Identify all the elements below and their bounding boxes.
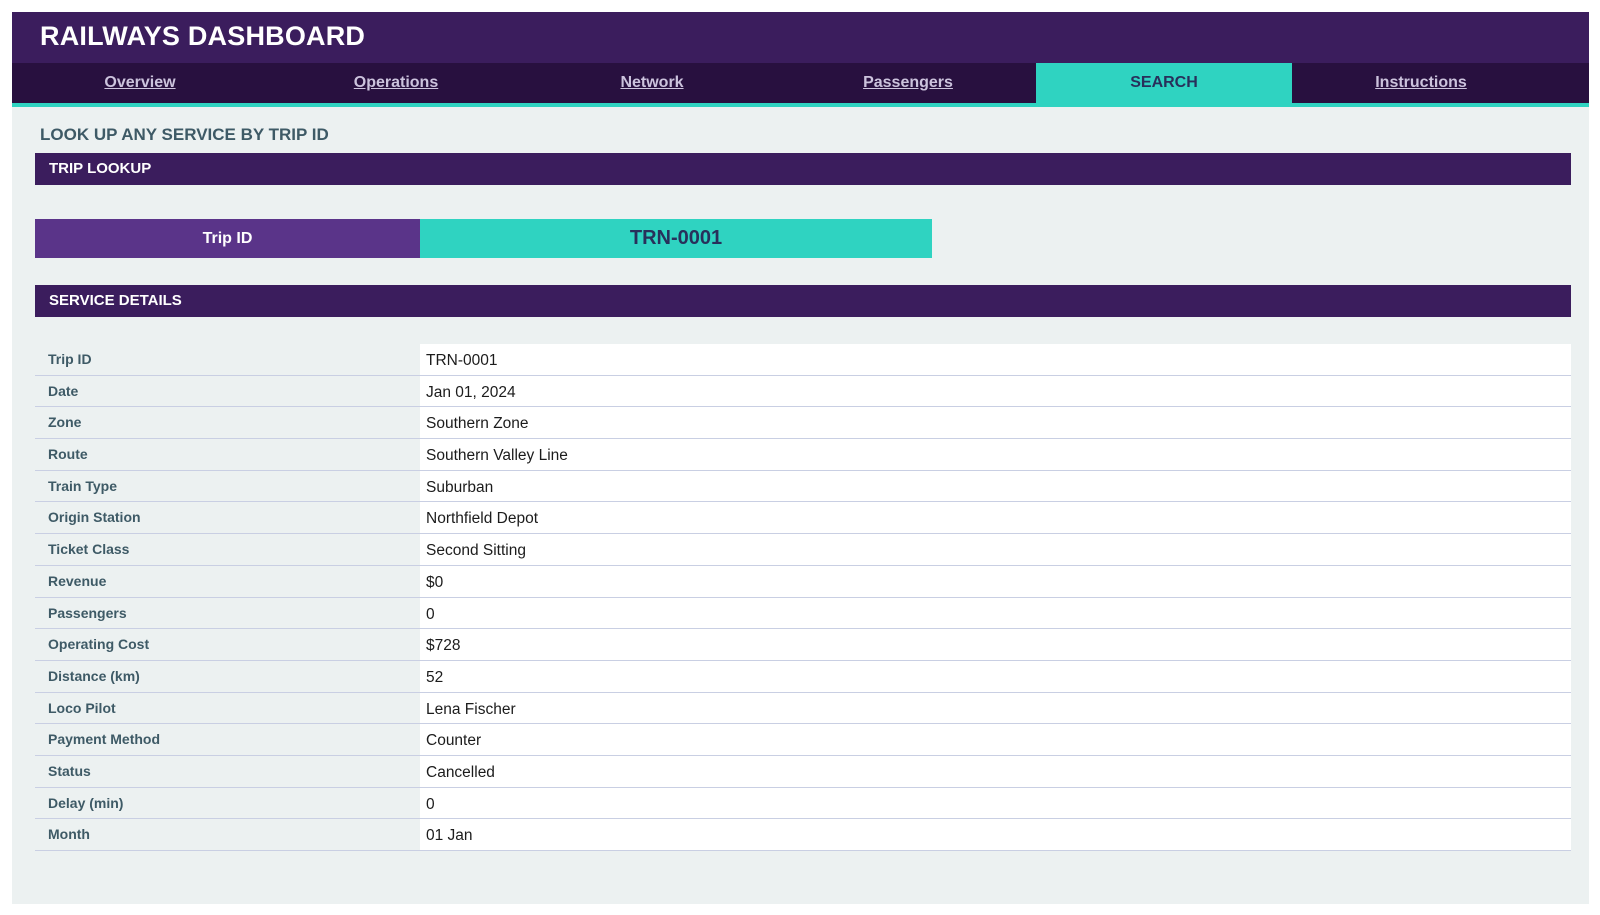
- detail-value: Counter: [420, 724, 1571, 755]
- detail-value: Lena Fischer: [420, 692, 1571, 724]
- detail-label: Distance (km): [35, 660, 420, 692]
- table-row: Trip ID TRN-0001: [35, 344, 1571, 376]
- detail-value: Jan 01, 2024: [420, 375, 1571, 407]
- table-row: Status Cancelled: [35, 755, 1571, 788]
- detail-label: Trip ID: [35, 344, 420, 375]
- tab-overview[interactable]: Overview: [12, 63, 268, 103]
- app-title: RAILWAYS DASHBOARD: [40, 21, 366, 51]
- table-row: Distance (km) 52: [35, 660, 1571, 693]
- tab-operations[interactable]: Operations: [268, 63, 524, 103]
- detail-value: 01 Jan: [420, 819, 1571, 850]
- table-row: Loco Pilot Lena Fischer: [35, 692, 1571, 725]
- detail-label: Train Type: [35, 470, 420, 502]
- table-row: Route Southern Valley Line: [35, 439, 1571, 471]
- detail-label: Payment Method: [35, 724, 420, 755]
- tab-passengers[interactable]: Passengers: [780, 63, 1036, 103]
- detail-label: Passengers: [35, 597, 420, 629]
- detail-value: Suburban: [420, 470, 1571, 502]
- page-subtitle: LOOK UP ANY SERVICE BY TRIP ID: [40, 125, 329, 144]
- service-details-table: Trip ID TRN-0001 Date Jan 01, 2024 Zone South…: [35, 344, 1571, 851]
- nav-bar: Overview Operations Network Passengers S…: [12, 63, 1589, 103]
- title-bar: RAILWAYS DASHBOARD: [12, 12, 1589, 63]
- table-row: Delay (min) 0: [35, 787, 1571, 820]
- table-row: Date Jan 01, 2024: [35, 375, 1571, 408]
- trip-id-input[interactable]: [420, 219, 932, 258]
- table-row: Passengers 0: [35, 597, 1571, 630]
- dashboard-frame: RAILWAYS DASHBOARD Overview Operations N…: [12, 12, 1589, 904]
- detail-label: Zone: [35, 407, 420, 439]
- trip-id-label: Trip ID: [35, 219, 420, 258]
- tab-search[interactable]: SEARCH: [1036, 63, 1292, 103]
- detail-label: Month: [35, 819, 420, 850]
- table-row: Payment Method Counter: [35, 724, 1571, 756]
- detail-label: Status: [35, 755, 420, 787]
- detail-label: Route: [35, 439, 420, 470]
- table-row: Ticket Class Second Sitting: [35, 534, 1571, 566]
- trip-lookup-header: TRIP LOOKUP: [35, 153, 1571, 185]
- tab-network[interactable]: Network: [524, 63, 780, 103]
- detail-value: Southern Valley Line: [420, 439, 1571, 470]
- detail-label: Loco Pilot: [35, 692, 420, 724]
- table-row: Revenue $0: [35, 565, 1571, 598]
- detail-label: Date: [35, 375, 420, 407]
- service-details-header: SERVICE DETAILS: [35, 285, 1571, 317]
- detail-value: Northfield Depot: [420, 502, 1571, 534]
- detail-value: 52: [420, 660, 1571, 692]
- table-row: Zone Southern Zone: [35, 407, 1571, 440]
- detail-value: TRN-0001: [420, 344, 1571, 375]
- detail-value: Second Sitting: [420, 534, 1571, 565]
- detail-value: 0: [420, 597, 1571, 629]
- detail-value: Southern Zone: [420, 407, 1571, 439]
- detail-label: Origin Station: [35, 502, 420, 534]
- detail-label: Delay (min): [35, 787, 420, 819]
- detail-label: Revenue: [35, 565, 420, 597]
- table-row: Operating Cost $728: [35, 629, 1571, 661]
- detail-value: Cancelled: [420, 755, 1571, 787]
- detail-label: Ticket Class: [35, 534, 420, 565]
- table-row: Month 01 Jan: [35, 819, 1571, 851]
- table-row: Train Type Suburban: [35, 470, 1571, 503]
- detail-value: $728: [420, 629, 1571, 660]
- detail-label: Operating Cost: [35, 629, 420, 660]
- detail-value: 0: [420, 787, 1571, 819]
- tab-instructions[interactable]: Instructions: [1292, 63, 1550, 103]
- detail-value: $0: [420, 565, 1571, 597]
- table-row: Origin Station Northfield Depot: [35, 502, 1571, 535]
- nav-accent-line: [12, 103, 1589, 107]
